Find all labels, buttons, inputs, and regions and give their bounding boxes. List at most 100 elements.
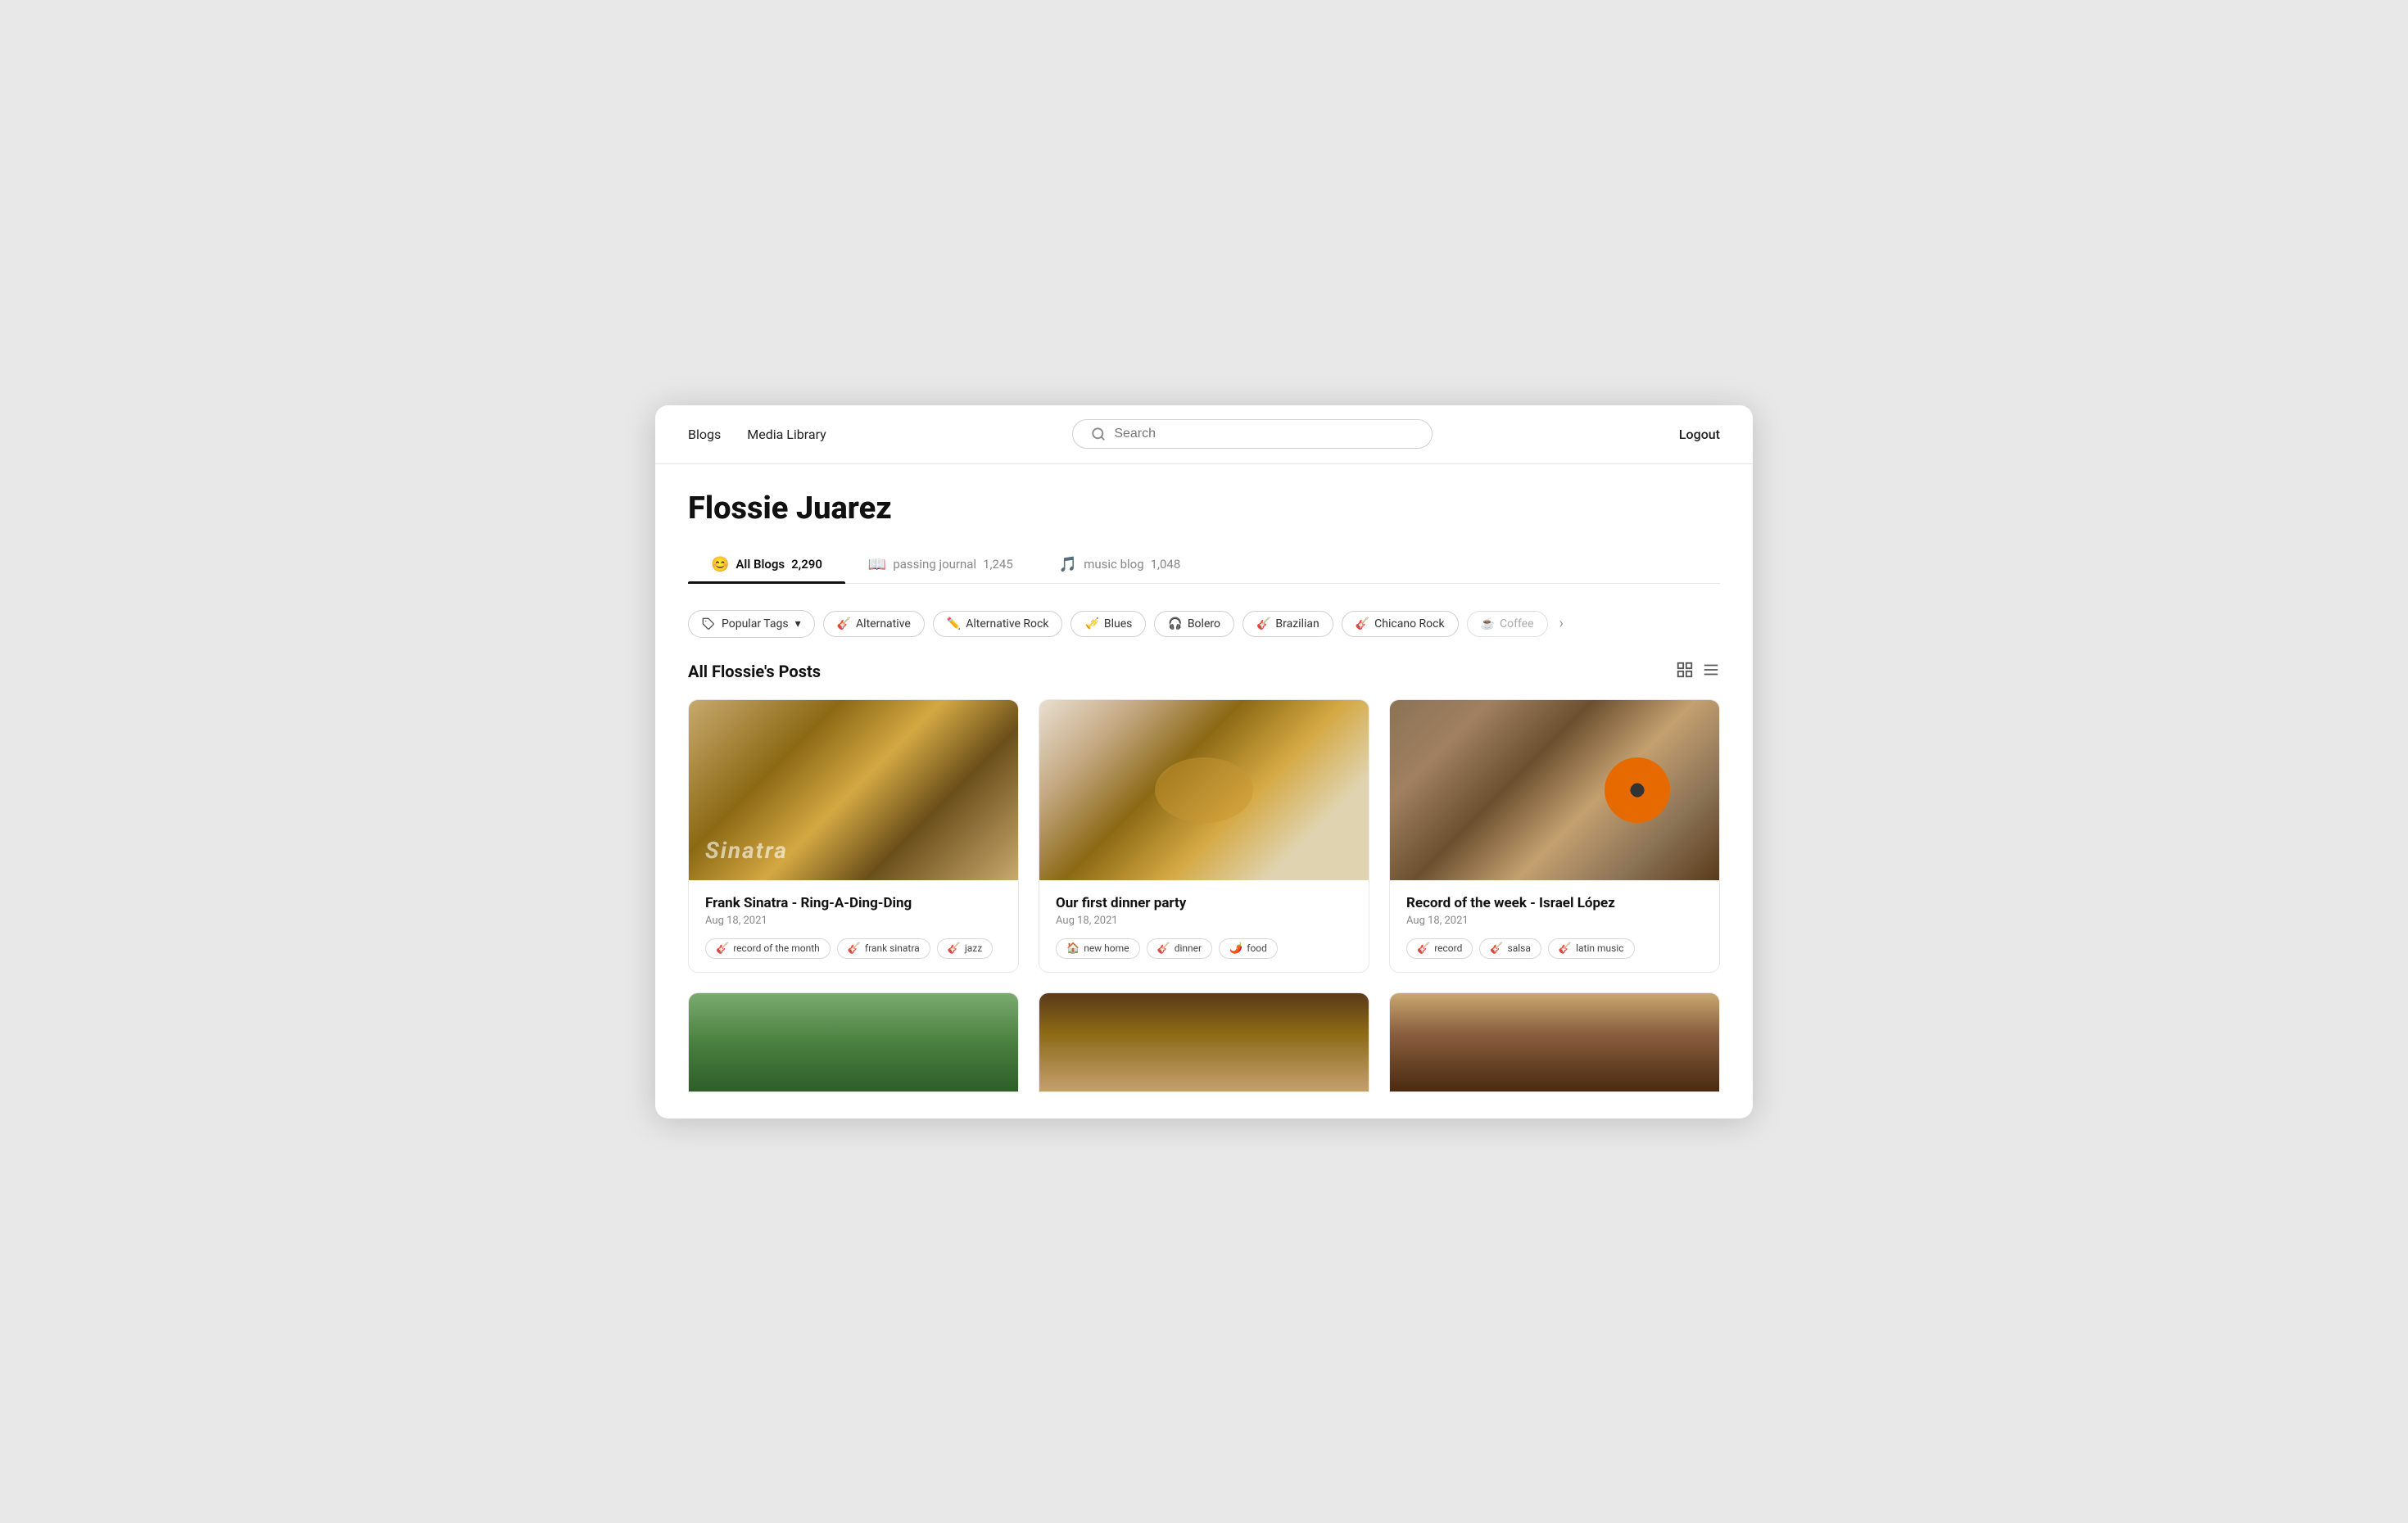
posts-section: All Flossie's Posts (655, 654, 1753, 1119)
card-frank-sinatra-tags: 🎸 record of the month 🎸 frank sinatra 🎸 … (705, 938, 1002, 959)
tab-music-blog[interactable]: 🎵 music blog 1,048 (1036, 546, 1204, 583)
tag-alternative-icon: 🎸 (837, 617, 851, 630)
card-record-week[interactable]: Record of the week - Israel López Aug 18… (1389, 699, 1720, 973)
tags-row: Popular Tags ▾ 🎸 Alternative ✏️ Alternat… (655, 584, 1753, 654)
app-window: Blogs Media Library Logout Flossie Juare… (655, 405, 1753, 1119)
tag-bolero-label: Bolero (1188, 617, 1220, 630)
tag-chicano-rock-icon: 🎸 (1356, 617, 1369, 630)
card-frank-sinatra[interactable]: Sinatra Frank Sinatra - Ring-A-Ding-Ding… (688, 699, 1019, 973)
card-tag-record-of-month-label: record of the month (733, 942, 820, 954)
card-record-week-body: Record of the week - Israel López Aug 18… (1390, 880, 1719, 972)
tab-all-blogs-label: All Blogs (736, 557, 785, 572)
tag-brazilian-label: Brazilian (1275, 617, 1319, 630)
card-tag-jazz-icon: 🎸 (948, 942, 961, 955)
vinyl-text: Sinatra (705, 837, 788, 864)
tag-alternative-label: Alternative (856, 617, 911, 630)
card-tag-record[interactable]: 🎸 record (1406, 938, 1473, 959)
tag-chicano-rock-label: Chicano Rock (1374, 617, 1444, 630)
card-tag-frank-sinatra[interactable]: 🎸 frank sinatra (837, 938, 930, 959)
card-partial-1[interactable] (688, 992, 1019, 1092)
card-partial-2-image (1039, 993, 1369, 1091)
card-tag-frank-sinatra-icon: 🎸 (848, 942, 861, 955)
tab-all-blogs[interactable]: 😊 All Blogs 2,290 (688, 546, 845, 583)
list-view-button[interactable] (1702, 661, 1720, 683)
card-tag-record-of-month[interactable]: 🎸 record of the month (705, 938, 831, 959)
card-tag-salsa-label: salsa (1508, 942, 1531, 954)
posts-header: All Flossie's Posts (688, 661, 1720, 683)
card-tag-dinner-icon: 🎸 (1157, 942, 1170, 955)
card-tag-salsa-icon: 🎸 (1490, 942, 1503, 955)
card-tag-new-home-icon: 🏠 (1066, 942, 1080, 955)
tag-icon (702, 617, 715, 630)
search-bar[interactable] (1072, 419, 1433, 449)
header-actions: Logout (1679, 427, 1720, 442)
popular-tags-label: Popular Tags (722, 617, 789, 630)
popular-tags-button[interactable]: Popular Tags ▾ (688, 610, 815, 638)
tag-brazilian[interactable]: 🎸 Brazilian (1242, 611, 1333, 637)
card-tag-salsa[interactable]: 🎸 salsa (1479, 938, 1541, 959)
card-tag-jazz-label: jazz (965, 942, 982, 954)
profile-name: Flossie Juarez (688, 490, 1720, 526)
header: Blogs Media Library Logout (655, 405, 1753, 464)
card-dinner-party-tags: 🏠 new home 🎸 dinner 🌶️ food (1056, 938, 1352, 959)
tab-music-blog-label: music blog (1084, 557, 1143, 572)
search-input[interactable] (1114, 427, 1414, 441)
tag-coffee[interactable]: ☕ Coffee (1467, 611, 1548, 637)
card-tag-latin-music-label: latin music (1576, 942, 1623, 954)
card-tag-latin-music-icon: 🎸 (1559, 942, 1572, 955)
tag-coffee-icon: ☕ (1481, 617, 1495, 630)
card-tag-latin-music[interactable]: 🎸 latin music (1548, 938, 1635, 959)
card-tag-record-of-month-icon: 🎸 (716, 942, 729, 955)
tab-music-blog-icon: 🎵 (1059, 556, 1077, 573)
tag-alternative[interactable]: 🎸 Alternative (823, 611, 925, 637)
nav-blogs[interactable]: Blogs (688, 427, 721, 442)
card-tag-dinner[interactable]: 🎸 dinner (1147, 938, 1213, 959)
card-tag-record-label: record (1434, 942, 1462, 954)
card-dinner-party-date: Aug 18, 2021 (1056, 915, 1352, 927)
card-record-week-tags: 🎸 record 🎸 salsa 🎸 latin music (1406, 938, 1703, 959)
card-partial-1-image (689, 993, 1018, 1091)
header-nav: Blogs Media Library (688, 427, 826, 442)
tab-passing-journal-count: 1,245 (983, 557, 1013, 572)
tags-scroll-right-icon[interactable]: › (1559, 615, 1564, 632)
tag-alternative-rock-label: Alternative Rock (966, 617, 1048, 630)
profile-section: Flossie Juarez 😊 All Blogs 2,290 📖 passi… (655, 464, 1753, 584)
card-frank-sinatra-date: Aug 18, 2021 (705, 915, 1002, 927)
card-tag-jazz[interactable]: 🎸 jazz (937, 938, 994, 959)
tag-bolero-icon: 🎧 (1168, 617, 1182, 630)
grid-icon (1676, 661, 1694, 679)
blog-tabs: 😊 All Blogs 2,290 📖 passing journal 1,24… (688, 546, 1720, 584)
card-dinner-party-title: Our first dinner party (1056, 895, 1352, 911)
tag-blues[interactable]: 🎺 Blues (1070, 611, 1146, 637)
tag-chicano-rock[interactable]: 🎸 Chicano Rock (1342, 611, 1459, 637)
card-frank-sinatra-body: Frank Sinatra - Ring-A-Ding-Ding Aug 18,… (689, 880, 1018, 972)
card-tag-new-home[interactable]: 🏠 new home (1056, 938, 1140, 959)
tab-passing-journal[interactable]: 📖 passing journal 1,245 (845, 546, 1036, 583)
tag-blues-icon: 🎺 (1084, 617, 1098, 630)
tag-alternative-rock[interactable]: ✏️ Alternative Rock (933, 611, 1063, 637)
cards-grid: Sinatra Frank Sinatra - Ring-A-Ding-Ding… (688, 699, 1720, 973)
card-partial-2[interactable] (1039, 992, 1369, 1092)
tab-music-blog-count: 1,048 (1151, 557, 1181, 572)
tag-bolero[interactable]: 🎧 Bolero (1154, 611, 1234, 637)
card-record-week-title: Record of the week - Israel López (1406, 895, 1703, 911)
nav-media-library[interactable]: Media Library (747, 427, 826, 442)
tag-alternative-rock-icon: ✏️ (947, 617, 961, 630)
card-frank-sinatra-title: Frank Sinatra - Ring-A-Ding-Ding (705, 895, 1002, 911)
list-icon (1702, 661, 1720, 679)
popular-tags-chevron: ▾ (795, 617, 801, 630)
card-record-week-image (1390, 700, 1719, 880)
card-dinner-party[interactable]: Our first dinner party Aug 18, 2021 🏠 ne… (1039, 699, 1369, 973)
card-partial-3[interactable] (1389, 992, 1720, 1092)
card-record-week-date: Aug 18, 2021 (1406, 915, 1703, 927)
card-tag-food-icon: 🌶️ (1229, 942, 1242, 955)
record-orange-disc (1605, 757, 1670, 823)
card-frank-sinatra-image: Sinatra (689, 700, 1018, 880)
posts-title: All Flossie's Posts (688, 662, 821, 681)
tab-passing-journal-icon: 📖 (868, 556, 886, 573)
card-tag-food[interactable]: 🌶️ food (1219, 938, 1278, 959)
grid-view-button[interactable] (1676, 661, 1694, 683)
card-tag-food-label: food (1247, 942, 1267, 954)
card-tag-record-icon: 🎸 (1417, 942, 1430, 955)
logout-button[interactable]: Logout (1679, 427, 1720, 442)
